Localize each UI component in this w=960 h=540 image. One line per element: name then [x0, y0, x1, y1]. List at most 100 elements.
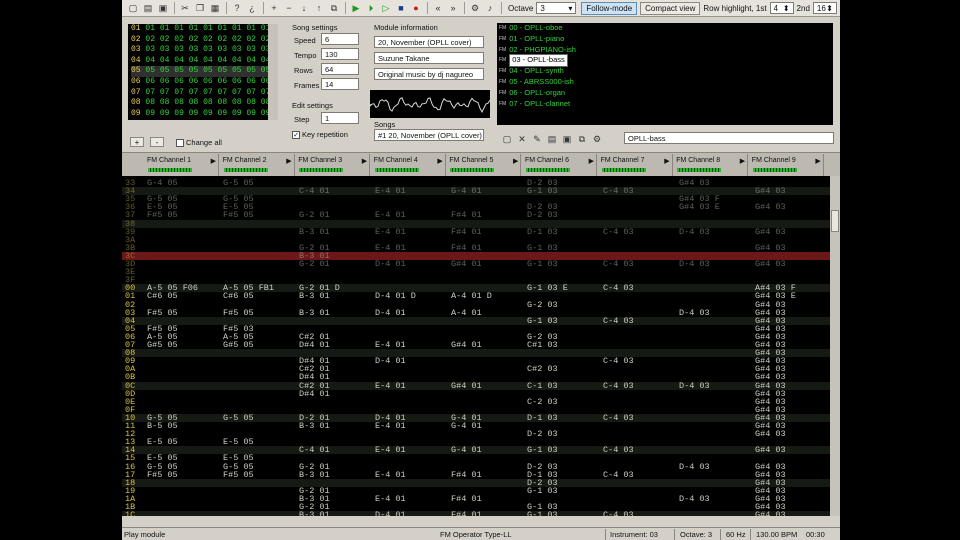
new-file-icon[interactable]: ▢ [126, 2, 140, 15]
pattern-row[interactable]: 0E C-2 03 G#4 03 [122, 397, 830, 406]
channel-expand-icon[interactable]: ▶ [815, 157, 820, 165]
pattern-row[interactable]: 3D G-2 01 D-4 01 G#4 01 G-1 03 C-4 03 D-4 03 G#… [122, 260, 830, 269]
pattern-cell[interactable]: G-1 03 [527, 511, 558, 516]
frame-cell[interactable]: 05 [218, 66, 228, 75]
pattern-cell[interactable]: G#4 03 [755, 243, 786, 252]
edit-instrument-icon[interactable]: ✎ [530, 133, 544, 146]
instrument-item[interactable]: FM 01 - OPLL-piano [497, 34, 833, 45]
frame-cell[interactable]: 07 [232, 88, 242, 97]
frame-cell[interactable]: 06 [174, 77, 184, 86]
pattern-cell[interactable]: G#4 03 [755, 260, 786, 269]
pattern-cell[interactable]: G-2 01 [299, 211, 330, 220]
pattern-row[interactable]: 08 G#4 03 [122, 349, 830, 357]
sample-icon[interactable]: ♪ [483, 2, 497, 15]
frame-cell[interactable]: 01 [160, 24, 170, 33]
pattern-cell[interactable]: D-1 03 [527, 227, 558, 236]
pattern-cell[interactable]: C-4 03 [603, 470, 634, 479]
pattern-cell[interactable]: E-4 01 [375, 227, 406, 236]
frame-row[interactable]: 05 05 05 05 05 05 05 05 05 05 [131, 66, 278, 77]
frame-cell[interactable]: 03 [160, 45, 170, 54]
pattern-cell[interactable]: G-1 03 E [527, 284, 568, 293]
frame-cell[interactable]: 02 [203, 35, 213, 44]
frame-cell[interactable]: 02 [218, 35, 228, 44]
rows-spinner[interactable]: 64 [321, 63, 359, 75]
pattern-cell[interactable]: D-4 01 [375, 308, 406, 317]
instrument-item[interactable]: FM 07 - OPLL-clarinet [497, 99, 833, 110]
tempo-spinner[interactable]: 130 [321, 48, 359, 60]
channel-header-5[interactable]: FM Channel 5 ▶ [446, 154, 522, 176]
pattern-row[interactable]: 07 G#5 05 G#5 05 D#4 01 E-4 01 G#4 01 C#1 03 G#… [122, 341, 830, 350]
pattern-cell[interactable]: E-4 01 [375, 341, 406, 350]
instrument-item[interactable]: FM 00 - OPLL-oboe [497, 23, 833, 34]
scrollbar-thumb[interactable] [831, 210, 839, 232]
pattern-cell[interactable]: G-2 01 [299, 260, 330, 269]
pattern-cell[interactable]: C-4 03 [603, 511, 634, 516]
channel-header-9[interactable]: FM Channel 9 ▶ [749, 154, 824, 176]
pattern-cell[interactable]: C-1 03 [527, 381, 558, 390]
frame-cell[interactable]: 09 [218, 109, 228, 118]
pattern-cell[interactable]: F#5 05 [147, 211, 178, 220]
pattern-cell[interactable]: G-4 01 [451, 446, 482, 455]
frame-cell[interactable]: 01 [174, 24, 184, 33]
pattern-cell[interactable]: F#5 05 [147, 308, 178, 317]
open-file-icon[interactable]: ▤ [141, 2, 155, 15]
pattern-cell[interactable]: C-4 01 [299, 187, 330, 196]
pattern-cell[interactable]: G#4 03 [755, 203, 786, 212]
duplicate-icon[interactable]: ⧉ [327, 2, 341, 15]
pattern-cell[interactable]: D-4 01 D [375, 292, 416, 301]
pattern-row[interactable]: 3B G-2 01 E-4 01 F#4 01 G-1 03 G#4 03 [122, 243, 830, 252]
remove-instrument-icon[interactable]: ✕ [515, 133, 529, 146]
pattern-cell[interactable]: E-4 01 [375, 187, 406, 196]
frame-cell[interactable]: 07 [145, 88, 155, 97]
pattern-cell[interactable]: G-1 03 [527, 260, 558, 269]
frame-cell[interactable]: 03 [232, 45, 242, 54]
frame-row[interactable]: 06 06 06 06 06 06 06 06 06 06 [131, 77, 278, 88]
channel-expand-icon[interactable]: ▶ [211, 157, 216, 165]
frame-list-scrollbar[interactable] [268, 24, 278, 120]
frame-cell[interactable]: 04 [189, 56, 199, 65]
pattern-row[interactable]: 1A B-3 01 E-4 01 F#4 01 D-4 03 G#4 03 [122, 495, 830, 504]
frame-cell[interactable]: 02 [232, 35, 242, 44]
pattern-cell[interactable]: G#5 05 [147, 341, 178, 350]
frame-cell[interactable]: 07 [218, 88, 228, 97]
module-artist-field[interactable]: Suzune Takane [374, 52, 484, 64]
pattern-cell[interactable]: G-1 03 [527, 187, 558, 196]
pattern-cell[interactable]: G#4 01 [451, 341, 482, 350]
pattern-cell[interactable]: G-2 03 [527, 300, 558, 309]
pattern-cell[interactable]: D-2 03 [527, 430, 558, 439]
frame-cell[interactable]: 09 [203, 109, 213, 118]
pattern-cell[interactable]: F#4 01 [451, 227, 482, 236]
pattern-row[interactable]: 39 B-3 01 E-4 01 F#4 01 D-1 03 C-4 03 D-4 03 G#… [122, 227, 830, 236]
save-instrument-icon[interactable]: ▣ [560, 133, 574, 146]
channel-header-2[interactable]: FM Channel 2 ▶ [220, 154, 295, 176]
channel-header-7[interactable]: FM Channel 7 ▶ [598, 154, 673, 176]
channel-expand-icon[interactable]: ▶ [286, 157, 291, 165]
pattern-cell[interactable]: E-4 01 [375, 495, 406, 504]
pattern-cell[interactable]: F#4 01 [451, 470, 482, 479]
frame-cell[interactable]: 03 [174, 45, 184, 54]
pattern-cell[interactable]: F#5 05 [223, 211, 254, 220]
insert-frame-icon[interactable]: + [267, 2, 281, 15]
pattern-cell[interactable]: F#4 01 [451, 243, 482, 252]
pattern-cell[interactable]: G#4 01 [451, 260, 482, 269]
pattern-cell[interactable]: C#6 05 [223, 292, 254, 301]
pattern-row[interactable]: 01 C#6 05 C#6 05 B-3 01 D-4 01 D A-4 01 D G#4 … [122, 292, 830, 301]
pattern-cell[interactable]: C#1 03 [527, 341, 558, 350]
pattern-row[interactable]: 37 F#5 05 F#5 05 G-2 01 E-4 01 F#4 01 D-2 03 [122, 211, 830, 220]
stop-icon[interactable]: ■ [394, 2, 408, 15]
pattern-cell[interactable]: D#4 01 [299, 389, 330, 398]
pattern-row[interactable]: 0C C#2 01 E-4 01 G#4 01 C-1 03 C-4 03 D-4 03 G#… [122, 381, 830, 390]
channel-expand-icon[interactable]: ▶ [664, 157, 669, 165]
play-icon[interactable]: ▶ [349, 2, 363, 15]
channel-header-1[interactable]: FM Channel 1 ▶ [144, 154, 219, 176]
instrument-list[interactable]: FM 00 - OPLL-oboe FM 01 - OPLL-piano FM 02 - … [497, 23, 833, 125]
pattern-row[interactable]: 09 D#4 01 D-4 01 C-4 03 G#4 03 [122, 357, 830, 366]
pattern-cell[interactable]: G#4 03 [755, 446, 786, 455]
frame-cell[interactable]: 02 [246, 35, 256, 44]
pattern-row[interactable]: 17 F#5 05 F#5 05 B-3 01 E-4 01 F#4 01 D-1 03 C-… [122, 470, 830, 479]
frame-cell[interactable]: 05 [174, 66, 184, 75]
frame-cell[interactable]: 04 [145, 56, 155, 65]
save-icon[interactable]: ▣ [156, 2, 170, 15]
frame-row[interactable]: 01 01 01 01 01 01 01 01 01 01 [131, 24, 278, 35]
pattern-cell[interactable]: D-4 03 [679, 227, 710, 236]
